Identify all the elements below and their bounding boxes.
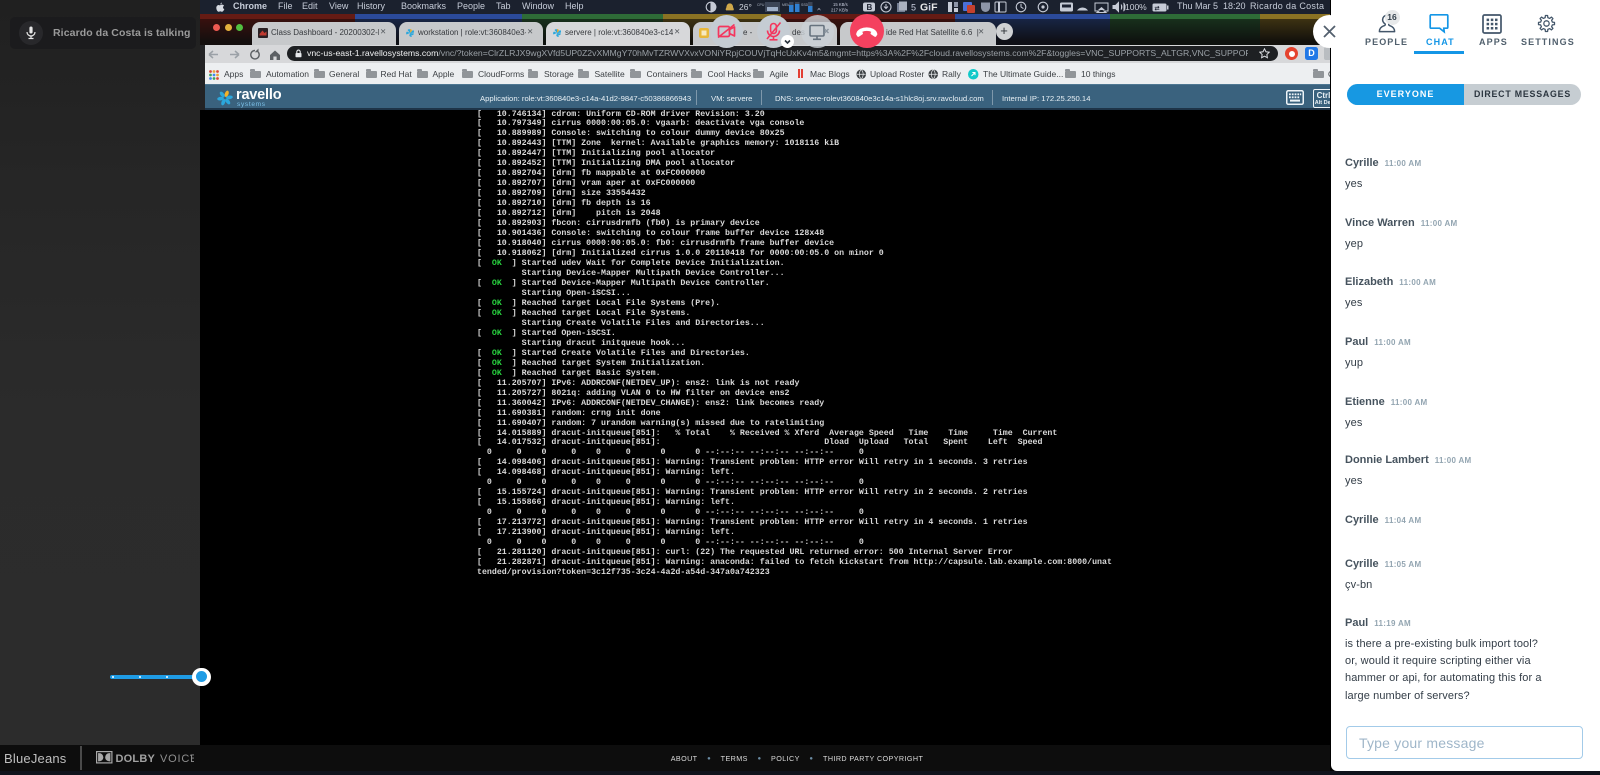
svg-text:100%: 100%: [1125, 2, 1147, 12]
svg-text:217 KB/s: 217 KB/s: [831, 8, 848, 13]
svg-text:5: 5: [911, 3, 916, 13]
svg-text:26°: 26°: [739, 2, 752, 12]
svg-text:CPU: CPU: [757, 3, 765, 7]
svg-text:⇄: ⇄: [1155, 4, 1160, 12]
svg-text:GiF: GiF: [920, 2, 938, 14]
svg-text:B: B: [867, 3, 873, 12]
svg-text:SSD: SSD: [801, 3, 809, 7]
svg-text:15 KB/s: 15 KB/s: [833, 2, 848, 7]
